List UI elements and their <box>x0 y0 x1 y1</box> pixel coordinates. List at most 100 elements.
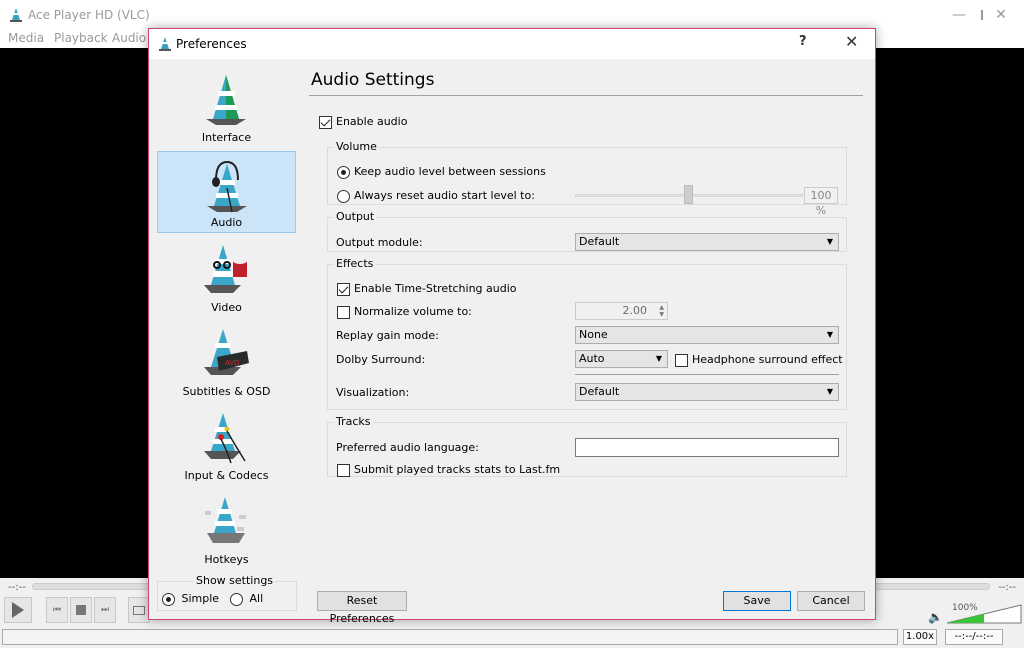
save-button[interactable]: Save <box>723 591 791 611</box>
reset-level-radio[interactable] <box>337 189 350 203</box>
visualization-label: Visualization: <box>336 386 410 399</box>
dolby-value: Auto <box>579 352 605 365</box>
subtitles-cone-icon: AVD <box>204 329 249 375</box>
menu-media[interactable]: Media <box>8 31 44 45</box>
lastfm-label: Submit played tracks stats to Last.fm <box>354 463 561 476</box>
time-elapsed: --:-- <box>8 582 26 593</box>
all-radio[interactable] <box>230 592 243 606</box>
next-button[interactable]: ⏭ <box>94 597 116 623</box>
enable-audio-checkbox[interactable] <box>319 115 332 129</box>
time-stretch-checkbox[interactable] <box>337 282 350 296</box>
preferences-dialog: Preferences ? ✕ Interface Audio Video AV… <box>148 28 876 625</box>
normalize-value-spinbox[interactable]: 2.00 ▲ ▼ <box>575 302 668 320</box>
dialog-title: Preferences <box>176 37 247 51</box>
sidebar-item-hotkeys[interactable]: Hotkeys <box>157 487 296 569</box>
volume-legend: Volume <box>334 140 379 153</box>
normalize-checkbox[interactable] <box>337 305 350 319</box>
sidebar-item-interface[interactable]: Interface <box>157 65 296 147</box>
sidebar-item-subtitles[interactable]: AVD Subtitles & OSD <box>157 319 296 401</box>
visualization-select[interactable]: Default ▼ <box>575 383 839 401</box>
previous-button[interactable]: ⏮ <box>46 597 68 623</box>
chevron-down-icon: ▼ <box>655 354 662 363</box>
speaker-icon[interactable]: 🔈 <box>928 610 943 624</box>
time-display[interactable]: --:--/--:-- <box>945 629 1003 645</box>
fullscreen-icon <box>133 605 145 615</box>
sidebar-item-video[interactable]: Video <box>157 235 296 317</box>
dolby-label: Dolby Surround: <box>336 353 426 366</box>
playback-speed[interactable]: 1.00x <box>903 629 937 645</box>
keep-level-radio[interactable] <box>337 165 350 179</box>
replay-gain-select[interactable]: None ▼ <box>575 326 839 344</box>
effects-separator <box>575 374 839 375</box>
volume-slider[interactable] <box>946 604 1022 624</box>
reset-level-option[interactable]: Always reset audio start level to: <box>337 189 535 203</box>
input-cone-icon <box>204 413 246 464</box>
title-divider <box>309 95 863 96</box>
replay-gain-label: Replay gain mode: <box>336 329 439 342</box>
enable-audio-option[interactable]: Enable audio <box>319 115 407 129</box>
normalize-value: 2.00 <box>622 304 648 317</box>
stop-button[interactable] <box>70 597 92 623</box>
preferences-sidebar: Interface Audio Video AVD Subtitles & OS… <box>157 65 297 575</box>
play-icon <box>12 602 24 618</box>
language-label: Preferred audio language: <box>336 441 479 454</box>
stop-icon <box>76 605 86 615</box>
show-settings-legend: Show settings <box>194 574 276 587</box>
headphone-checkbox[interactable] <box>675 353 688 367</box>
video-cone-icon <box>204 245 247 293</box>
previous-icon: ⏮ <box>52 605 62 615</box>
sidebar-label: Interface <box>201 131 252 144</box>
reset-preferences-button[interactable]: Reset Preferences <box>317 591 407 625</box>
maximize-button[interactable] <box>936 0 983 30</box>
reset-level-label: Always reset audio start level to: <box>354 189 535 202</box>
output-module-label: Output module: <box>336 236 423 249</box>
sidebar-label: Audio <box>210 216 243 229</box>
menu-playback[interactable]: Playback <box>54 31 108 45</box>
output-legend: Output <box>334 210 377 223</box>
output-module-select[interactable]: Default ▼ <box>575 233 839 251</box>
play-button[interactable] <box>4 597 32 623</box>
simple-label: Simple <box>181 592 220 605</box>
hotkeys-cone-icon <box>205 497 246 543</box>
time-stretch-label: Enable Time-Stretching audio <box>354 282 517 295</box>
chevron-down-icon: ▼ <box>826 387 833 396</box>
help-button[interactable]: ? <box>799 34 807 49</box>
audio-cone-icon <box>207 160 247 213</box>
lastfm-option[interactable]: Submit played tracks stats to Last.fm <box>337 463 560 477</box>
simple-radio[interactable] <box>162 592 175 606</box>
interface-cone-icon <box>206 75 246 125</box>
time-stretch-option[interactable]: Enable Time-Stretching audio <box>337 282 517 296</box>
lastfm-checkbox[interactable] <box>337 463 350 477</box>
sidebar-item-audio[interactable]: Audio <box>157 151 296 233</box>
language-input[interactable] <box>575 438 839 457</box>
sidebar-label: Hotkeys <box>204 553 249 566</box>
fullscreen-button[interactable] <box>128 597 150 623</box>
spin-arrows-icon[interactable]: ▲ ▼ <box>659 304 664 318</box>
show-all-option[interactable]: All <box>230 592 263 606</box>
sidebar-item-input-codecs[interactable]: Input & Codecs <box>157 403 296 485</box>
chevron-down-icon: ▼ <box>826 237 833 246</box>
headphone-label: Headphone surround effect <box>692 353 843 366</box>
close-icon: ✕ <box>995 7 1007 23</box>
show-simple-option[interactable]: Simple <box>162 592 219 606</box>
menu-audio[interactable]: Audio <box>112 31 146 45</box>
cancel-button[interactable]: Cancel <box>797 591 865 611</box>
dialog-close-button[interactable]: ✕ <box>845 32 858 51</box>
effects-legend: Effects <box>334 257 376 270</box>
start-level-thumb[interactable] <box>684 185 693 204</box>
vlc-dialog-icon <box>159 37 171 51</box>
normalize-label: Normalize volume to: <box>354 305 472 318</box>
dolby-select[interactable]: Auto ▼ <box>575 350 668 368</box>
sidebar-label: Input & Codecs <box>184 469 269 482</box>
keep-level-option[interactable]: Keep audio level between sessions <box>337 165 546 179</box>
chevron-down-icon: ▼ <box>826 330 833 339</box>
sidebar-label: Video <box>211 301 242 314</box>
close-window-button[interactable]: ✕ <box>978 0 1024 30</box>
sidebar-label: Subtitles & OSD <box>182 385 271 398</box>
status-bar <box>2 629 898 645</box>
audio-settings-panel: Audio Settings Enable audio Volume Keep … <box>309 65 865 575</box>
svg-text:AVD: AVD <box>225 359 240 367</box>
normalize-option[interactable]: Normalize volume to: <box>337 305 472 319</box>
output-module-value: Default <box>579 235 620 248</box>
headphone-option[interactable]: Headphone surround effect <box>675 353 843 367</box>
